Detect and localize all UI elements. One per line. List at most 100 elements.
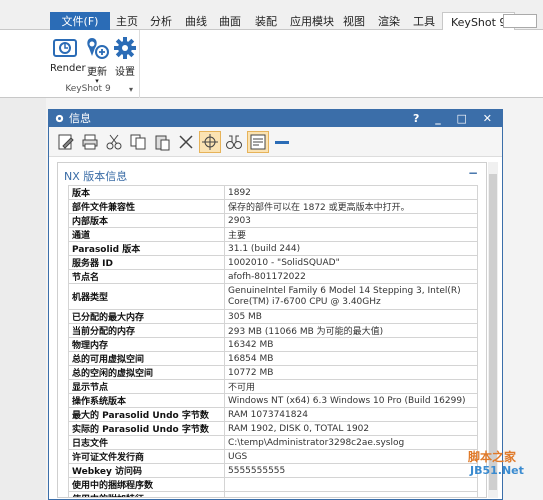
table-row: 许可证文件发行商 UGS (68, 449, 478, 464)
property-value: 31.1 (build 244) (224, 241, 478, 256)
table-row: 版本 1892 (68, 185, 478, 200)
property-name: 已分配的最大内存 (68, 309, 225, 324)
update-button[interactable]: 更新 ▾ (82, 36, 112, 85)
gear-icon (114, 37, 136, 59)
section-header[interactable]: NX 版本信息 − (58, 163, 486, 185)
property-value: GenuineIntel Family 6 Model 14 Stepping … (224, 283, 478, 310)
table-row: 总的空闲的虚拟空间 10772 MB (68, 365, 478, 380)
watermark-url: JB51.Net (470, 464, 524, 477)
table-row: 使用中的捆绑程序数 (68, 477, 478, 492)
settings-label: 设置 (115, 67, 135, 78)
property-name: 机器类型 (68, 283, 225, 310)
property-name: 物理内存 (68, 337, 225, 352)
property-value: 不可用 (224, 379, 478, 394)
property-value: Windows NT (x64) 6.3 Windows 10 Pro (Bui… (224, 393, 478, 408)
property-name: 最大的 Parasolid Undo 字节数 (68, 407, 225, 422)
table-row: 实际的 Parasolid Undo 字节数 RAM 1902, DISK 0, … (68, 421, 478, 436)
render-label: Render (50, 63, 86, 74)
tab-curve[interactable]: 曲线 (185, 12, 207, 31)
table-row: 总的可用虚拟空间 16854 MB (68, 351, 478, 366)
property-name: 显示节点 (68, 379, 225, 394)
property-name: 服务器 ID (68, 255, 225, 270)
table-row: 已分配的最大内存 305 MB (68, 309, 478, 324)
property-value: 16854 MB (224, 351, 478, 366)
delete-icon[interactable] (175, 131, 197, 153)
info-window: 信息 ? _ □ ✕ NX 版本信息 − 版本 1892 部件文件兼容性 保存的… (48, 109, 503, 500)
collapse-minus-icon[interactable] (271, 131, 293, 153)
tab-assembly[interactable]: 装配 (255, 12, 277, 31)
watermark-logo: 脚本之家 (468, 450, 517, 464)
quick-access-button[interactable] (503, 14, 537, 28)
property-value: UGS (224, 449, 478, 464)
table-row: 最大的 Parasolid Undo 字节数 RAM 1073741824 (68, 407, 478, 422)
tab-surface[interactable]: 曲面 (219, 12, 241, 31)
settings-button[interactable]: 设置 (110, 36, 140, 78)
scrollbar-thumb[interactable] (489, 174, 497, 490)
tab-analysis[interactable]: 分析 (150, 12, 172, 31)
cut-icon[interactable] (103, 131, 125, 153)
property-name: 使用中的附加特征 (68, 491, 225, 497)
property-name: 使用中的捆绑程序数 (68, 477, 225, 492)
tab-view[interactable]: 视图 (343, 12, 365, 31)
property-value: 293 MB (11066 MB 为可能的最大值) (224, 323, 478, 338)
ribbon-body: Render 更新 ▾ 设置 KeyShot 9 ▾ (0, 30, 543, 98)
table-row: Webkey 访问码 5555555555 (68, 463, 478, 478)
tab-render[interactable]: 渲染 (378, 12, 400, 31)
table-row: 物理内存 16342 MB (68, 337, 478, 352)
property-value: 16342 MB (224, 337, 478, 352)
version-info-table: 版本 1892 部件文件兼容性 保存的部件可以在 1872 或更高版本中打开。 内部版本… (68, 185, 478, 497)
property-name: 通道 (68, 227, 225, 242)
table-row: 内部版本 2903 (68, 213, 478, 228)
info-titlebar[interactable]: 信息 ? _ □ ✕ (49, 110, 502, 127)
tab-home[interactable]: 主页 (116, 12, 138, 31)
property-name: Parasolid 版本 (68, 241, 225, 256)
group-launcher-icon[interactable]: ▾ (129, 85, 133, 94)
property-name: 许可证文件发行商 (68, 449, 225, 464)
keyshot-group: Render 更新 ▾ 设置 KeyShot 9 ▾ (48, 30, 140, 98)
file-tab[interactable]: 文件(F) (50, 12, 110, 31)
property-name: 操作系统版本 (68, 393, 225, 408)
crosshair-icon[interactable] (199, 131, 221, 153)
print-icon[interactable] (79, 131, 101, 153)
info-toolbar (49, 127, 502, 157)
window-list-icon[interactable] (247, 131, 269, 153)
find-binoculars-icon[interactable] (223, 131, 245, 153)
render-button[interactable]: Render (50, 36, 86, 74)
property-name: 实际的 Parasolid Undo 字节数 (68, 421, 225, 436)
property-value: 主要 (224, 227, 478, 242)
property-name: 当前分配的内存 (68, 323, 225, 338)
table-row: 当前分配的内存 293 MB (11066 MB 为可能的最大值) (68, 323, 478, 338)
property-name: 总的空闲的虚拟空间 (68, 365, 225, 380)
tab-tools[interactable]: 工具 (413, 12, 435, 31)
info-content-panel: NX 版本信息 − 版本 1892 部件文件兼容性 保存的部件可以在 1872 或更高… (57, 162, 487, 498)
property-value (224, 491, 478, 497)
window-controls[interactable]: ? _ □ ✕ (413, 110, 498, 127)
update-icon (87, 38, 109, 59)
property-name: 内部版本 (68, 213, 225, 228)
property-name: 部件文件兼容性 (68, 199, 225, 214)
section-collapse-icon[interactable]: − (468, 166, 478, 180)
group-label: KeyShot 9 (65, 84, 111, 94)
property-value: RAM 1902, DISK 0, TOTAL 1902 (224, 421, 478, 436)
property-value: 保存的部件可以在 1872 或更高版本中打开。 (224, 199, 478, 214)
table-row: 日志文件 C:\temp\Administrator3298c2ae.syslog (68, 435, 478, 450)
table-row: 显示节点 不可用 (68, 379, 478, 394)
window-title: 信息 (69, 112, 91, 125)
ribbon-tab-bar: 文件(F) 主页 分析 曲线 曲面 装配 应用模块 视图 渲染 工具 KeySh… (0, 0, 543, 31)
table-row: 服务器 ID 1002010 - "SolidSQUAD" (68, 255, 478, 270)
property-name: 日志文件 (68, 435, 225, 450)
property-value: 2903 (224, 213, 478, 228)
edit-icon[interactable] (55, 131, 77, 153)
property-name: 节点名 (68, 269, 225, 284)
property-name: 版本 (68, 185, 225, 200)
property-value (224, 477, 478, 492)
property-value: 305 MB (224, 309, 478, 324)
table-row: Parasolid 版本 31.1 (build 244) (68, 241, 478, 256)
paste-icon[interactable] (151, 131, 173, 153)
property-value: RAM 1073741824 (224, 407, 478, 422)
copy-icon[interactable] (127, 131, 149, 153)
table-row: 部件文件兼容性 保存的部件可以在 1872 或更高版本中打开。 (68, 199, 478, 214)
tab-applications[interactable]: 应用模块 (290, 12, 334, 31)
table-row: 节点名 afofh-801172022 (68, 269, 478, 284)
table-row: 使用中的附加特征 (68, 491, 478, 497)
